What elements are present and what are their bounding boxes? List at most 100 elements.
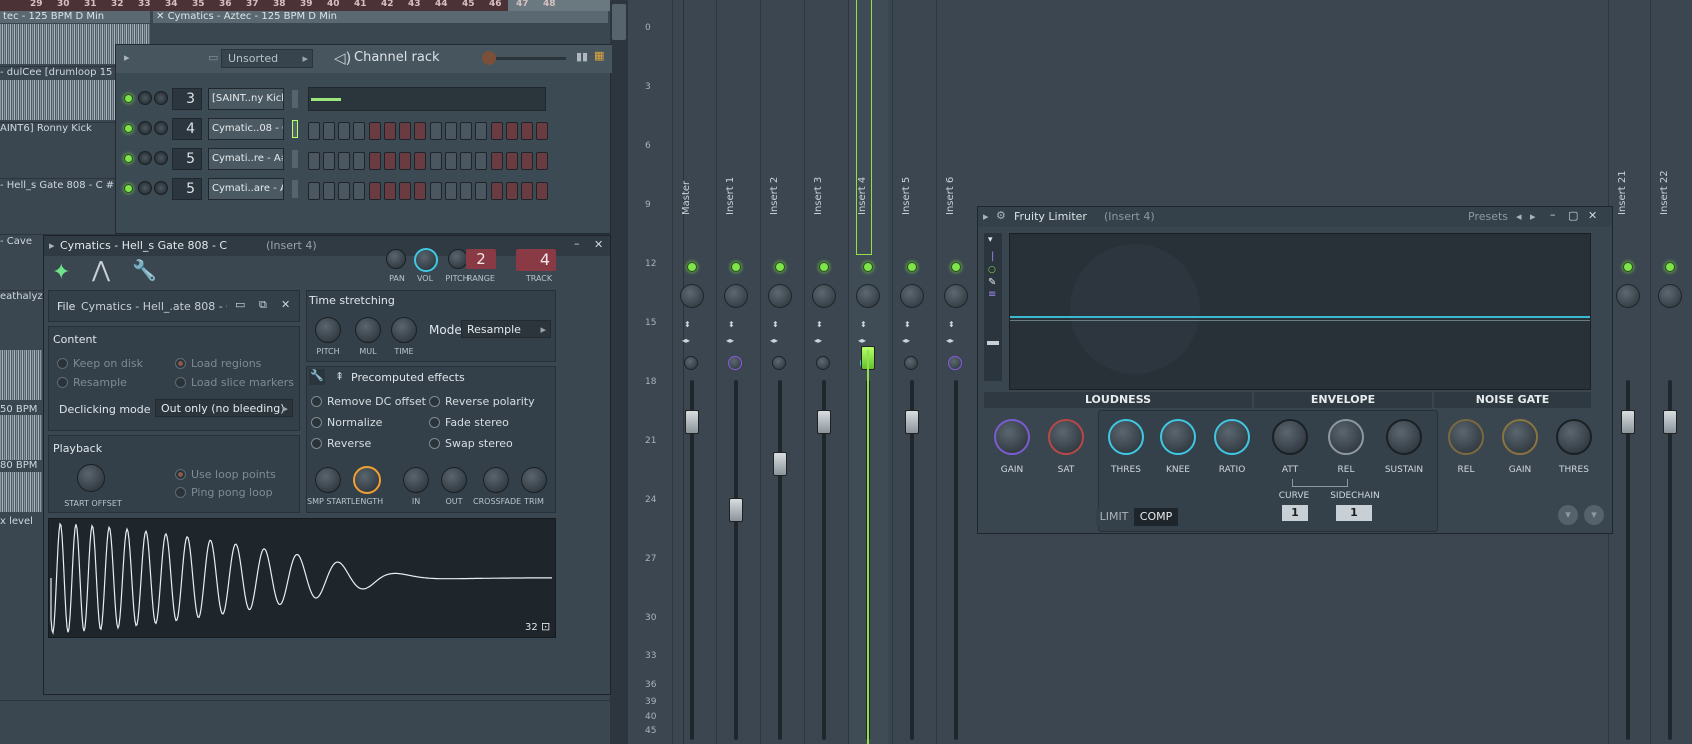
comp-tab[interactable]: COMP <box>1134 508 1178 526</box>
step-button[interactable] <box>521 182 533 200</box>
audio-clip[interactable] <box>0 472 42 512</box>
pan-knob[interactable] <box>768 284 792 308</box>
filter-dropdown[interactable]: Unsorted ▸ <box>221 49 313 68</box>
volume-fader[interactable] <box>817 410 831 434</box>
out-knob[interactable] <box>441 467 467 493</box>
channel-volume-knob[interactable] <box>154 151 168 165</box>
in-knob[interactable] <box>403 467 429 493</box>
volume-knob[interactable] <box>414 248 438 272</box>
att-knob[interactable] <box>1272 419 1308 455</box>
expand-icon[interactable]: ▸ <box>983 210 989 223</box>
strip-enable-led[interactable] <box>819 262 829 272</box>
limiter-titlebar[interactable]: ▸ ⚙ Fruity Limiter (Insert 4) Presets ◂ … <box>978 207 1612 227</box>
step-button[interactable] <box>506 122 518 140</box>
ts-mul-knob[interactable] <box>355 317 381 343</box>
channel-pan-knob[interactable] <box>138 121 152 135</box>
channel-name-button[interactable]: Cymati..re - A# <box>208 148 284 170</box>
step-button[interactable] <box>536 122 548 140</box>
volume-fader[interactable] <box>1621 410 1635 434</box>
channel-pan-knob[interactable] <box>138 91 152 105</box>
step-button[interactable] <box>369 182 381 200</box>
step-button[interactable] <box>460 182 472 200</box>
cart-icon[interactable]: ⊡ <box>541 620 550 633</box>
volume-fader[interactable] <box>729 498 743 522</box>
route-arrows-icon[interactable]: ⬍ <box>684 320 691 329</box>
step-button[interactable] <box>475 182 487 200</box>
route-arrows-icon[interactable]: ⬍ <box>948 320 955 329</box>
declicking-dropdown[interactable]: Out only (no bleeding) ▸ <box>155 399 293 417</box>
swing-slider[interactable] <box>496 57 566 60</box>
channel-volume-knob[interactable] <box>154 91 168 105</box>
thres-knob[interactable] <box>1108 419 1144 455</box>
swing-knob[interactable] <box>482 51 496 65</box>
channel-name-button[interactable]: [SAINT..ny Kick <box>208 88 284 110</box>
point-tool-icon[interactable]: ○ <box>988 265 996 275</box>
load-slice-markers-option[interactable]: Load slice markers <box>175 376 294 389</box>
knee-knob[interactable] <box>1160 419 1196 455</box>
mode-dropdown[interactable]: Resample ▸ <box>461 320 551 338</box>
volume-fader[interactable] <box>773 452 787 476</box>
step-button[interactable] <box>384 182 396 200</box>
curve-value[interactable]: 1 <box>1282 505 1308 521</box>
pan-knob[interactable] <box>900 284 924 308</box>
step-button[interactable] <box>536 182 548 200</box>
length-knob[interactable] <box>353 466 381 494</box>
channel-enable-led[interactable] <box>124 94 133 103</box>
sat-knob[interactable] <box>1048 419 1084 455</box>
gate-rel-knob[interactable] <box>1448 419 1484 455</box>
wrench-icon[interactable]: 🔧 <box>132 258 157 282</box>
step-button[interactable] <box>521 122 533 140</box>
next-circle-icon[interactable]: ▾ <box>1584 505 1604 525</box>
step-button[interactable] <box>460 152 472 170</box>
range-box[interactable]: 2 <box>466 249 496 269</box>
step-button[interactable] <box>353 152 365 170</box>
strip-enable-led[interactable] <box>775 262 785 272</box>
route-arrows-icon[interactable]: ⬍ <box>904 320 911 329</box>
step-button[interactable] <box>414 152 426 170</box>
step-button[interactable] <box>414 122 426 140</box>
channel-select-indicator[interactable] <box>292 180 298 198</box>
step-button[interactable] <box>353 122 365 140</box>
pencil-icon[interactable]: ✎ <box>988 277 996 288</box>
channel-pan-knob[interactable] <box>138 181 152 195</box>
step-button[interactable] <box>491 152 503 170</box>
pan-knob[interactable] <box>680 284 704 308</box>
step-button[interactable] <box>384 122 396 140</box>
volume-fader[interactable] <box>685 410 699 434</box>
presets-label[interactable]: Presets <box>1468 210 1508 223</box>
gain-knob[interactable] <box>994 419 1030 455</box>
strip-enable-led[interactable] <box>863 262 873 272</box>
strip-enable-led[interactable] <box>1665 262 1675 272</box>
keep-on-disk-option[interactable]: Keep on disk <box>57 357 143 370</box>
channel-rack-titlebar[interactable]: ▸ ▭ Unsorted ▸ ◁) Channel rack ▮▮ ▦ <box>116 45 612 73</box>
stereo-knob[interactable] <box>904 356 918 370</box>
expand-icon[interactable]: ▸ <box>124 51 130 64</box>
channel-select-indicator[interactable] <box>292 150 298 168</box>
mixer-track-number[interactable]: 5 <box>172 178 202 200</box>
gate-gain-knob[interactable] <box>1502 419 1538 455</box>
step-button[interactable] <box>445 152 457 170</box>
mixer-track-number[interactable]: 3 <box>172 88 202 110</box>
list-icon[interactable]: ≡ <box>988 289 996 300</box>
pan-knob[interactable] <box>812 284 836 308</box>
route-arrows-icon[interactable]: ⬍ <box>772 320 779 329</box>
pin-icon[interactable]: ⇞ <box>335 370 344 383</box>
step-button[interactable] <box>430 182 442 200</box>
prev-preset-icon[interactable]: ◂ <box>1516 210 1522 223</box>
channel-name-button[interactable]: Cymatic..08 - C <box>208 118 284 140</box>
volume-fader[interactable] <box>905 410 919 434</box>
expand-icon[interactable]: ▸ <box>49 239 55 252</box>
stereo-knob[interactable] <box>772 356 786 370</box>
stereo-icon[interactable]: ◂▸ <box>946 336 954 345</box>
stereo-knob[interactable] <box>948 356 962 370</box>
steps-icon[interactable]: ▦ <box>594 49 604 62</box>
close-icon[interactable]: ✕ <box>1588 209 1597 222</box>
sustain-knob[interactable] <box>1386 419 1422 455</box>
channel-enable-led[interactable] <box>124 124 133 133</box>
route-arrows-icon[interactable]: ⬍ <box>728 320 735 329</box>
channel-enable-led[interactable] <box>124 184 133 193</box>
strip-enable-led[interactable] <box>1623 262 1633 272</box>
step-button[interactable] <box>460 122 472 140</box>
normalize-option[interactable]: Normalize <box>311 416 382 429</box>
audio-clip[interactable] <box>0 350 42 400</box>
